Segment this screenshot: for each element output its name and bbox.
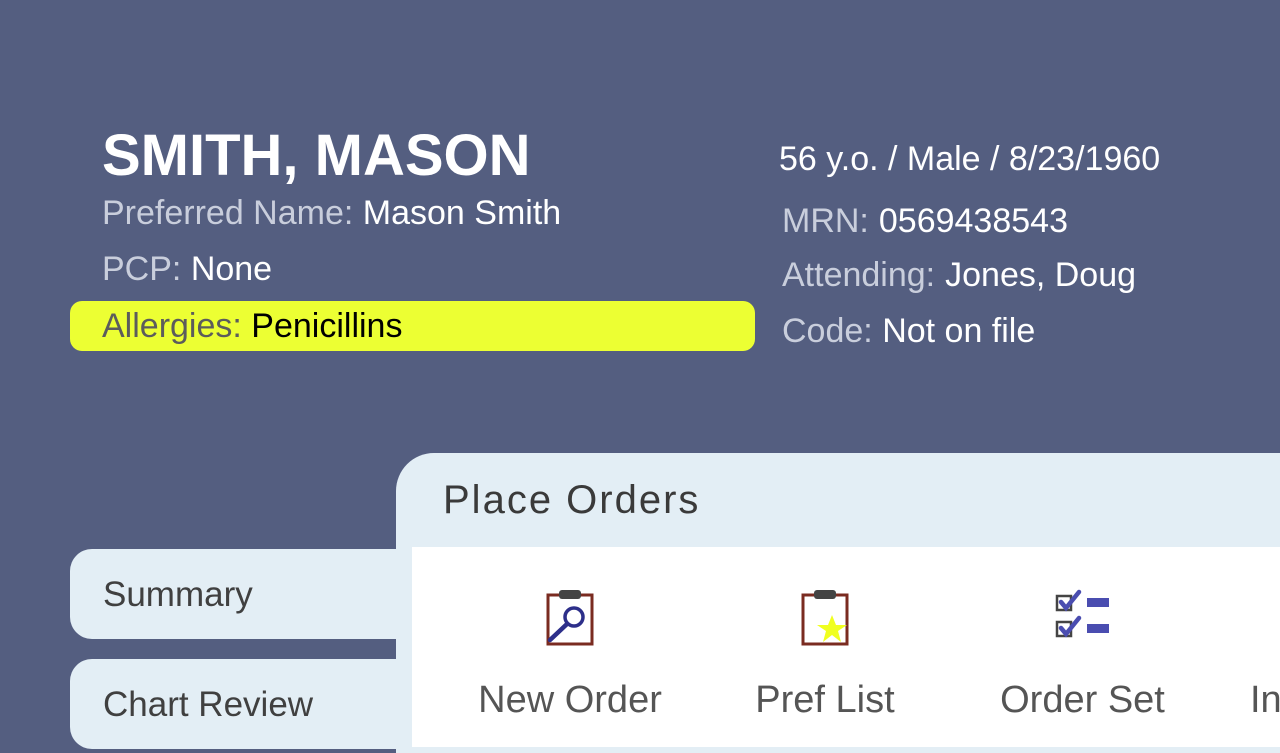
patient-demographics: 56 y.o. / Male / 8/23/1960 bbox=[779, 140, 1161, 178]
code-status-row: Code: Not on file bbox=[782, 312, 1035, 351]
pcp-label: PCP: bbox=[102, 250, 182, 288]
order-set-button[interactable]: Order Set bbox=[985, 588, 1180, 722]
tab-chart-review-label: Chart Review bbox=[103, 685, 314, 724]
pref-list-button[interactable]: Pref List bbox=[735, 588, 915, 722]
preferred-name-label: Preferred Name: bbox=[102, 194, 354, 232]
mrn-value: 0569438543 bbox=[878, 202, 1068, 240]
new-order-button[interactable]: New Order bbox=[463, 588, 677, 722]
panel-title: Place Orders bbox=[443, 478, 701, 522]
tab-chart-review[interactable]: Chart Review bbox=[70, 659, 410, 749]
attending-row: Attending: Jones, Doug bbox=[782, 256, 1136, 295]
allergies-row[interactable]: Allergies: Penicillins bbox=[102, 307, 402, 346]
new-order-label: New Order bbox=[478, 679, 662, 721]
tab-summary[interactable]: Summary bbox=[70, 549, 410, 639]
pref-list-label: Pref List bbox=[755, 679, 895, 721]
preferred-name-value: Mason Smith bbox=[362, 194, 562, 232]
clipboard-magnifier-icon bbox=[546, 590, 594, 646]
mrn-row: MRN: 0569438543 bbox=[782, 202, 1068, 241]
attending-label: Attending: bbox=[782, 256, 936, 294]
partial-action-label: In bbox=[1250, 679, 1280, 721]
code-value: Not on file bbox=[882, 312, 1036, 350]
preferred-name-row: Preferred Name: Mason Smith bbox=[102, 194, 561, 233]
checklist-icon bbox=[1055, 589, 1109, 638]
tab-summary-label: Summary bbox=[103, 575, 253, 614]
order-set-label: Order Set bbox=[1000, 679, 1165, 721]
partial-action-button[interactable]: In bbox=[1250, 588, 1280, 722]
code-label: Code: bbox=[782, 312, 873, 350]
allergies-label: Allergies: bbox=[102, 307, 242, 345]
mrn-label: MRN: bbox=[782, 202, 869, 240]
pcp-row: PCP: None bbox=[102, 250, 272, 289]
attending-value: Jones, Doug bbox=[945, 256, 1137, 294]
clipboard-star-icon bbox=[801, 590, 849, 646]
pcp-value: None bbox=[190, 250, 273, 288]
allergies-value: Penicillins bbox=[251, 307, 403, 345]
patient-name: SMITH, MASON bbox=[102, 123, 531, 188]
